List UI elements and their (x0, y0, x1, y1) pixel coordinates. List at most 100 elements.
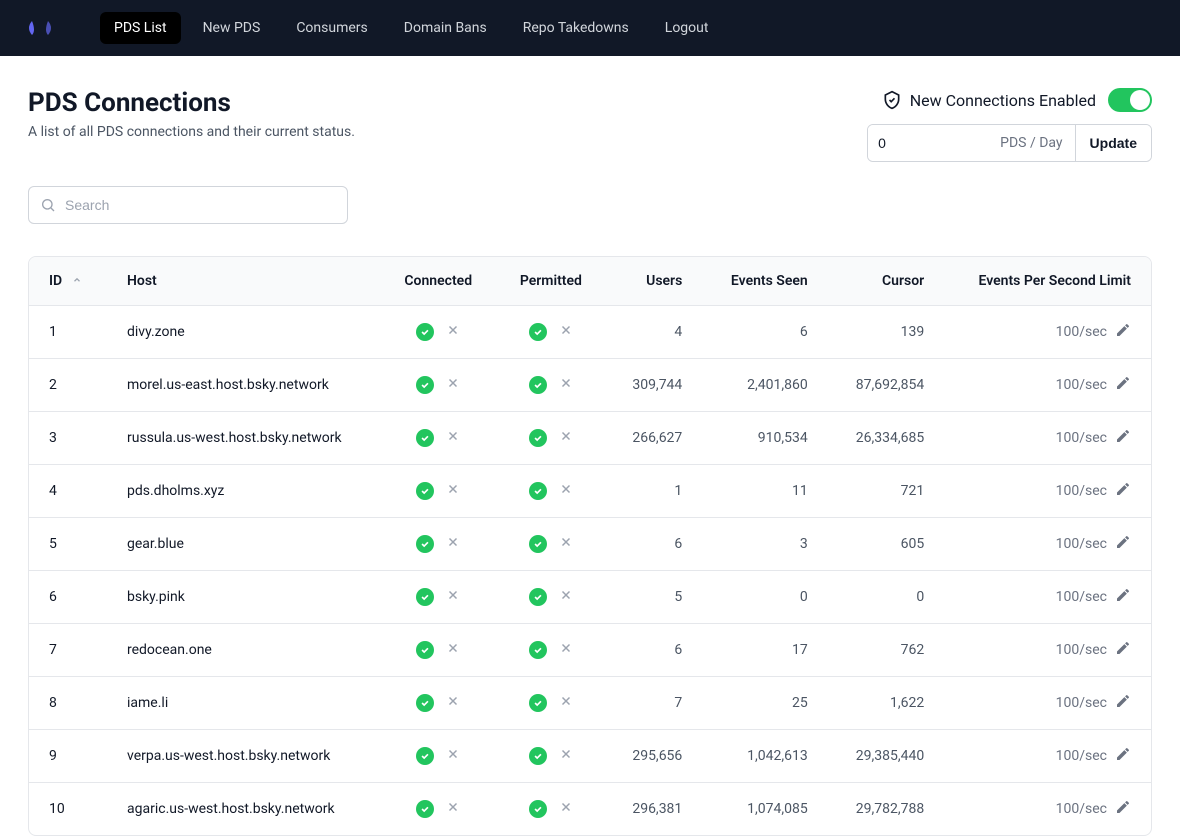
edit-eps-button[interactable] (1115, 322, 1131, 342)
cell-host[interactable]: gear.blue (107, 518, 380, 571)
cell-permitted (496, 306, 606, 359)
cell-permitted (496, 624, 606, 677)
disconnect-connected-button[interactable] (446, 535, 460, 553)
disconnect-permitted-button[interactable] (559, 482, 573, 500)
disconnect-connected-button[interactable] (446, 376, 460, 394)
disconnect-permitted-button[interactable] (559, 535, 573, 553)
disconnect-permitted-button[interactable] (559, 323, 573, 341)
pds-per-day-input[interactable] (868, 125, 988, 161)
eps-value: 100/sec (1056, 748, 1107, 764)
check-icon (529, 429, 547, 447)
disconnect-connected-button[interactable] (446, 588, 460, 606)
disconnect-connected-button[interactable] (446, 800, 460, 818)
cell-users: 266,627 (606, 412, 703, 465)
cell-host[interactable]: russula.us-west.host.bsky.network (107, 412, 380, 465)
cell-connected (380, 518, 496, 571)
cell-permitted (496, 465, 606, 518)
table-row: 9verpa.us-west.host.bsky.network295,6561… (29, 730, 1151, 783)
nav-item-logout[interactable]: Logout (651, 12, 723, 44)
page-header: PDS Connections A list of all PDS connec… (28, 88, 1152, 162)
cell-host[interactable]: iame.li (107, 677, 380, 730)
col-header-id[interactable]: ID (29, 257, 107, 306)
disconnect-connected-button[interactable] (446, 747, 460, 765)
chevron-up-icon (72, 273, 82, 289)
nav-item-consumers[interactable]: Consumers (282, 12, 381, 44)
edit-eps-button[interactable] (1115, 587, 1131, 607)
table-row: 1divy.zone46139100/sec (29, 306, 1151, 359)
disconnect-permitted-button[interactable] (559, 429, 573, 447)
nav-item-new-pds[interactable]: New PDS (189, 12, 275, 44)
disconnect-permitted-button[interactable] (559, 800, 573, 818)
cell-events-seen: 3 (702, 518, 827, 571)
disconnect-permitted-button[interactable] (559, 376, 573, 394)
cell-host[interactable]: bsky.pink (107, 571, 380, 624)
cell-id: 4 (29, 465, 107, 518)
col-header-id-label: ID (49, 273, 62, 289)
col-header-users[interactable]: Users (606, 257, 703, 306)
nav-item-repo-takedowns[interactable]: Repo Takedowns (509, 12, 643, 44)
permitted-status (516, 376, 586, 394)
disconnect-permitted-button[interactable] (559, 694, 573, 712)
nav-item-pds-list[interactable]: PDS List (100, 12, 181, 44)
new-connections-toggle[interactable] (1108, 88, 1152, 112)
col-header-host[interactable]: Host (107, 257, 380, 306)
cell-host[interactable]: verpa.us-west.host.bsky.network (107, 730, 380, 783)
cell-host[interactable]: redocean.one (107, 624, 380, 677)
edit-eps-button[interactable] (1115, 640, 1131, 660)
cell-eps-limit: 100/sec (944, 677, 1151, 730)
disconnect-permitted-button[interactable] (559, 747, 573, 765)
disconnect-connected-button[interactable] (446, 482, 460, 500)
nav-item-domain-bans[interactable]: Domain Bans (390, 12, 501, 44)
cell-host[interactable]: pds.dholms.xyz (107, 465, 380, 518)
cell-connected (380, 359, 496, 412)
disconnect-permitted-button[interactable] (559, 588, 573, 606)
col-header-cursor[interactable]: Cursor (828, 257, 944, 306)
page-subtitle: A list of all PDS connections and their … (28, 124, 355, 140)
table-row: 5gear.blue63605100/sec (29, 518, 1151, 571)
edit-eps-button[interactable] (1115, 534, 1131, 554)
connected-status (400, 429, 476, 447)
edit-eps-button[interactable] (1115, 746, 1131, 766)
cell-events-seen: 1,042,613 (702, 730, 827, 783)
search-input[interactable] (28, 186, 348, 224)
disconnect-connected-button[interactable] (446, 694, 460, 712)
edit-eps-button[interactable] (1115, 428, 1131, 448)
edit-eps-button[interactable] (1115, 481, 1131, 501)
check-icon (416, 588, 434, 606)
permitted-status (516, 641, 586, 659)
col-header-eps-limit[interactable]: Events Per Second Limit (944, 257, 1151, 306)
cell-host[interactable]: agaric.us-west.host.bsky.network (107, 783, 380, 836)
disconnect-connected-button[interactable] (446, 323, 460, 341)
cell-eps-limit: 100/sec (944, 465, 1151, 518)
disconnect-permitted-button[interactable] (559, 641, 573, 659)
cell-connected (380, 465, 496, 518)
edit-eps-button[interactable] (1115, 375, 1131, 395)
permitted-status (516, 429, 586, 447)
cell-permitted (496, 412, 606, 465)
update-button[interactable]: Update (1076, 125, 1151, 161)
edit-eps-button[interactable] (1115, 799, 1131, 819)
edit-eps-button[interactable] (1115, 693, 1131, 713)
check-icon (416, 376, 434, 394)
cell-users: 5 (606, 571, 703, 624)
cell-cursor: 87,692,854 (828, 359, 944, 412)
check-icon (529, 588, 547, 606)
cell-id: 9 (29, 730, 107, 783)
disconnect-connected-button[interactable] (446, 641, 460, 659)
cell-host[interactable]: morel.us-east.host.bsky.network (107, 359, 380, 412)
disconnect-connected-button[interactable] (446, 429, 460, 447)
check-icon (529, 800, 547, 818)
cell-id: 10 (29, 783, 107, 836)
col-header-events-seen[interactable]: Events Seen (702, 257, 827, 306)
cell-cursor: 29,782,788 (828, 783, 944, 836)
cell-eps-limit: 100/sec (944, 624, 1151, 677)
logo-icon (24, 12, 56, 44)
col-header-permitted[interactable]: Permitted (496, 257, 606, 306)
cell-events-seen: 1,074,085 (702, 783, 827, 836)
cell-cursor: 29,385,440 (828, 730, 944, 783)
cell-host[interactable]: divy.zone (107, 306, 380, 359)
eps-value: 100/sec (1056, 589, 1107, 605)
connected-status (400, 694, 476, 712)
connected-status (400, 323, 476, 341)
col-header-connected[interactable]: Connected (380, 257, 496, 306)
